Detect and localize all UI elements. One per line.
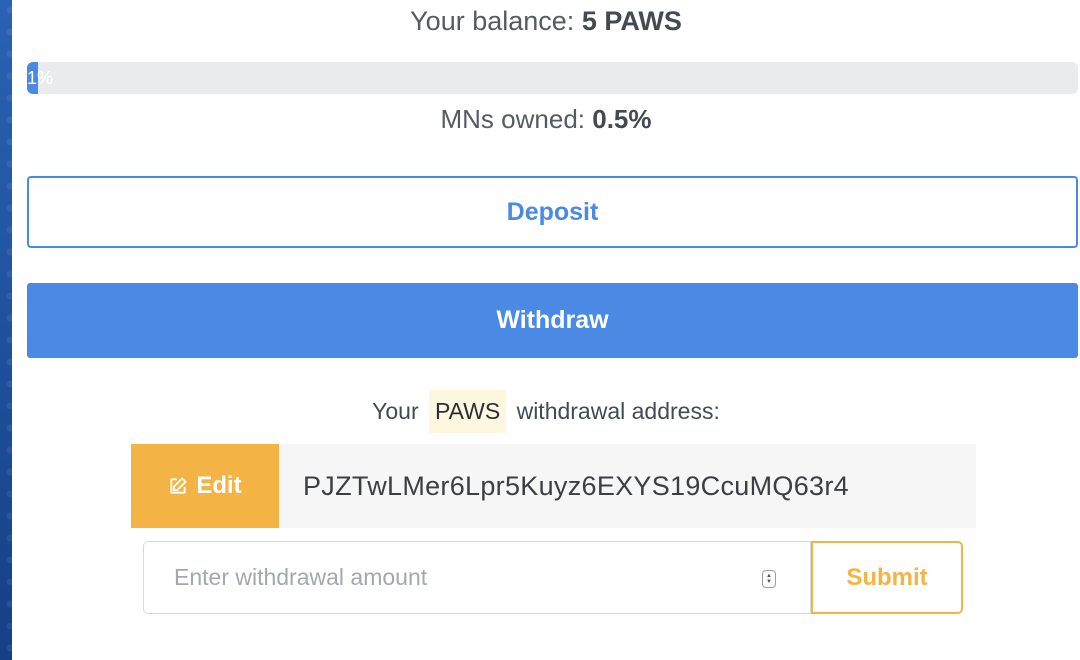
wallet-panel: Your balance: 5 PAWS 1% MNs owned: 0.5% … [12,0,1080,660]
progress-label: 1% [27,68,54,88]
balance-label: Your balance: [410,6,575,36]
label-prefix: Your [372,398,419,424]
deposit-button[interactable]: Deposit [27,176,1078,248]
balance-value: 5 PAWS [581,6,682,36]
withdrawal-amount-row: ▲ ▼ Submit [143,541,965,614]
progress-bar: 1% [27,62,1078,94]
mns-owned-line: MNs owned: 0.5% [12,104,1080,135]
label-suffix: withdrawal address: [516,398,720,424]
number-spinner-icon[interactable]: ▲ ▼ [762,570,776,588]
mns-label: MNs owned: [440,104,586,134]
coin-chip: PAWS [429,390,507,433]
balance-line: Your balance: 5 PAWS [12,6,1080,37]
mns-value: 0.5% [592,104,652,134]
withdrawal-address-value: PJZTwLMer6Lpr5Kuyz6EXYS19CcuMQ63r4 [279,444,976,528]
withdrawal-amount-input[interactable] [144,542,810,613]
withdrawal-address-row: Edit PJZTwLMer6Lpr5Kuyz6EXYS19CcuMQ63r4 [131,444,976,528]
withdrawal-address-label: Your PAWS withdrawal address: [12,390,1080,433]
edit-icon [170,477,187,494]
edit-label: Edit [196,472,242,499]
edit-address-button[interactable]: Edit [131,444,279,528]
submit-button[interactable]: Submit [811,541,963,614]
spinner-down: ▼ [766,579,772,585]
amount-input-wrapper: ▲ ▼ [143,541,811,614]
withdraw-button[interactable]: Withdraw [27,283,1078,358]
